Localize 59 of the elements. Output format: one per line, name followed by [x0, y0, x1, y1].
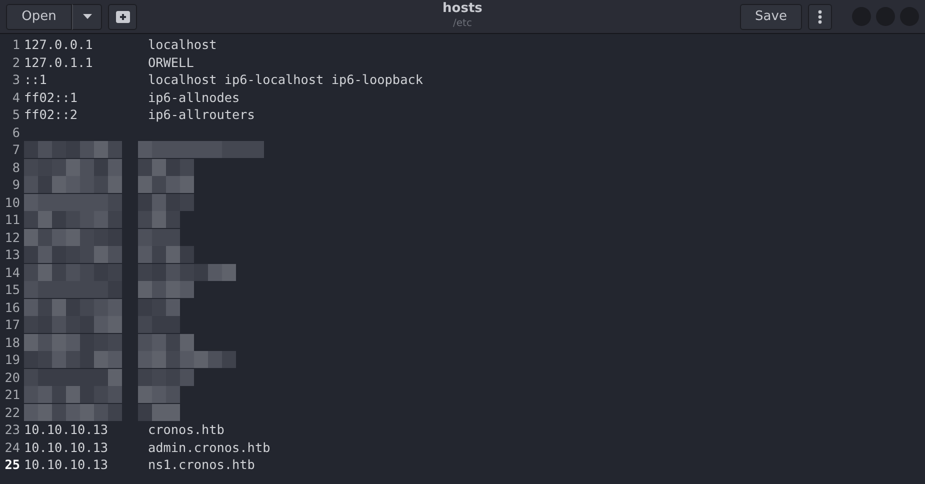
- line-number: 4: [11, 90, 20, 105]
- ip-address: ::1: [24, 72, 48, 88]
- line-number: 2: [11, 54, 20, 70]
- hostnames: localhost ip6-localhost ip6-loopback: [148, 72, 423, 88]
- line-number: 25: [4, 457, 20, 472]
- hostnames: ip6-allrouters: [148, 107, 255, 122]
- line-number: 6: [11, 124, 20, 140]
- hostnames: ORWELL: [148, 54, 194, 70]
- ip-address: 10.10.10.13: [24, 440, 110, 455]
- line-number: 23: [4, 422, 20, 438]
- ip-address: 10.10.10.13: [24, 457, 110, 472]
- file-path: /etc: [453, 17, 472, 30]
- redacted-text: [138, 211, 180, 228]
- redacted-text: [138, 194, 194, 211]
- redacted-text: [138, 316, 180, 334]
- line-number: 21: [4, 387, 20, 402]
- line-number: 15: [4, 282, 20, 298]
- line-number: 3: [11, 72, 20, 88]
- line-number: 12: [4, 230, 20, 245]
- ip-address: ff02::1: [24, 90, 78, 105]
- line-number: 8: [11, 160, 20, 175]
- line-number: 16: [4, 300, 20, 315]
- line-number: 5: [11, 107, 20, 122]
- redacted-text: [138, 176, 194, 194]
- new-tab-button[interactable]: [108, 4, 137, 30]
- caret-icon: [82, 14, 92, 19]
- save-button[interactable]: Save: [740, 4, 802, 30]
- line-number: 20: [4, 370, 20, 385]
- open-button[interactable]: Open: [6, 4, 72, 30]
- ip-address: ff02::2: [24, 107, 78, 122]
- redacted-text: [138, 228, 180, 246]
- hostnames: cronos.htb: [148, 422, 224, 438]
- window-title: hosts: [442, 1, 482, 17]
- hostnames: ns1.cronos.htb: [148, 457, 255, 472]
- redacted-text: [138, 404, 180, 421]
- hostnames: localhost: [148, 37, 217, 52]
- line-number: 17: [4, 317, 20, 332]
- ip-address: 10.10.10.13: [24, 422, 110, 438]
- line-number: 19: [4, 352, 20, 368]
- line-number: 9: [11, 177, 20, 192]
- plus-icon: [116, 10, 130, 22]
- ip-address: 127.0.1.1: [24, 54, 94, 70]
- menu-button[interactable]: [808, 4, 832, 30]
- line-number: 13: [4, 247, 20, 262]
- line-number: 14: [4, 264, 20, 280]
- line-number: 18: [4, 334, 20, 350]
- dropdown-button[interactable]: [72, 4, 102, 30]
- line-number: 1: [11, 37, 20, 52]
- line-number: 10: [4, 194, 20, 210]
- line-number: 11: [4, 212, 20, 228]
- ip-address: 127.0.0.1: [24, 37, 94, 52]
- hostnames: ip6-allnodes: [148, 90, 240, 105]
- line-number: 7: [11, 142, 20, 158]
- redacted-text: [138, 386, 180, 404]
- menu-icon: [818, 10, 822, 24]
- hostnames: admin.cronos.htb: [148, 440, 270, 455]
- line-number: 24: [4, 440, 20, 455]
- line-number: 22: [4, 404, 20, 420]
- redacted-text: [138, 298, 180, 316]
